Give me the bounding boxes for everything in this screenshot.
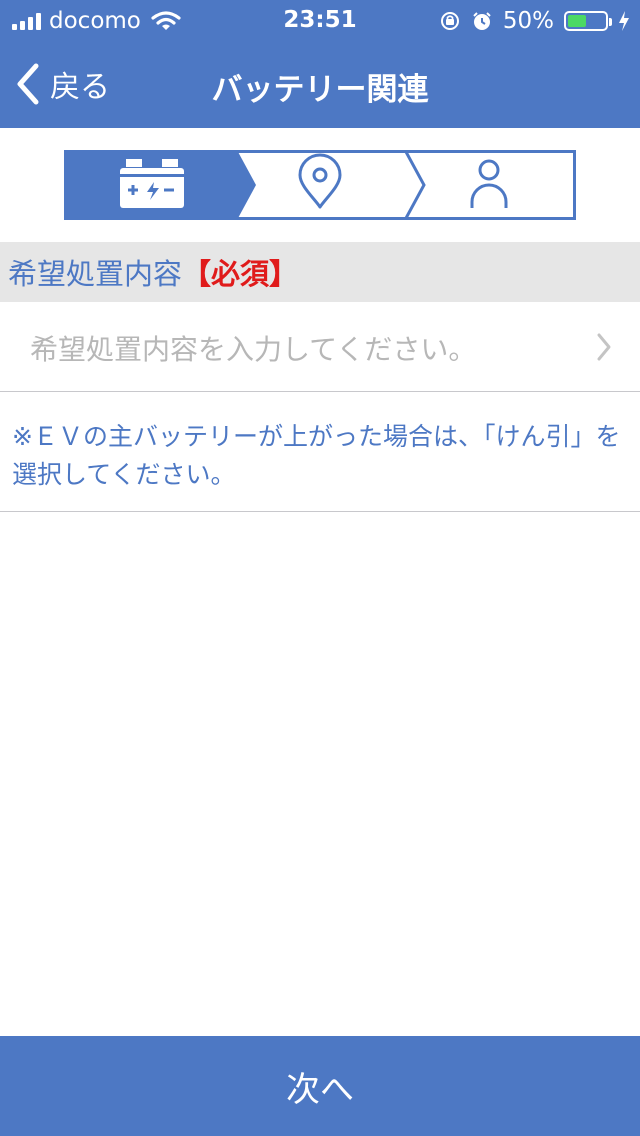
battery-level-fill: [568, 15, 586, 27]
ev-battery-note: ※ＥＶの主バッテリーが上がった場合は、「けん引」を選択してください。: [0, 392, 640, 512]
battery-percent: 50%: [502, 8, 554, 34]
required-badge: 【必須】: [182, 257, 299, 291]
status-bar: docomo 23:51 50%: [0, 0, 640, 40]
status-right: 50%: [439, 8, 630, 34]
navigation-bar: 戻る バッテリー関連: [0, 40, 640, 128]
section-title: 希望処置内容: [8, 257, 183, 291]
section-header: 希望処置内容 【必須】: [0, 242, 640, 302]
orientation-lock-icon: [440, 12, 459, 30]
alarm-icon: [473, 12, 491, 30]
charging-icon: [619, 11, 629, 31]
treatment-placeholder: 希望処置内容を入力してください。: [30, 333, 477, 366]
treatment-select-field[interactable]: 希望処置内容を入力してください。: [0, 302, 640, 392]
page-title: バッテリー関連: [211, 72, 429, 108]
chevron-right-icon: [597, 333, 611, 361]
next-button[interactable]: 次へ: [0, 1036, 640, 1136]
battery-icon: [564, 11, 612, 31]
top-bar: docomo 23:51 50% 戻る バッテリー関連: [0, 0, 640, 128]
progress-steps: [64, 149, 576, 221]
